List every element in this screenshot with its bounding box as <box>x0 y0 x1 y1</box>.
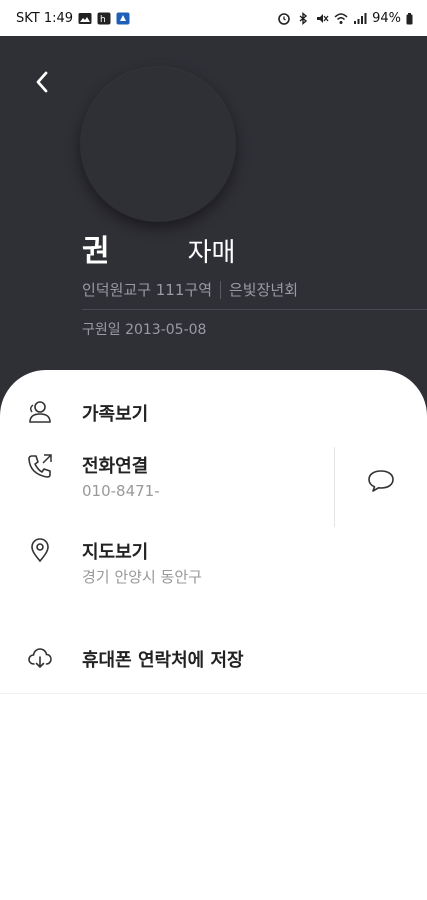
message-button[interactable] <box>366 468 398 496</box>
phone-call-item[interactable]: 전화연결 010-8471- <box>0 446 334 530</box>
family-icon <box>29 401 51 423</box>
app-notification-icon: h <box>97 12 111 25</box>
map-pin-icon <box>31 538 49 563</box>
map-view-label: 지도보기 <box>82 542 149 563</box>
chevron-left-icon <box>36 71 48 93</box>
mute-icon <box>317 14 329 23</box>
phone-number: 010-8471- <box>82 482 160 500</box>
save-contact-label: 휴대폰 연락처에 저장 <box>82 650 244 671</box>
family-view-item[interactable]: 가족보기 <box>0 390 427 434</box>
phone-call-icon <box>28 454 52 478</box>
alarm-icon <box>278 13 290 25</box>
wifi-icon <box>334 13 348 24</box>
district-label: 인덕원교구 111구역 <box>82 281 212 299</box>
message-bubble-icon <box>368 470 394 492</box>
back-button[interactable] <box>26 66 58 98</box>
name-row: 권 자매 <box>82 226 235 270</box>
save-contact-item[interactable]: 휴대폰 연락처에 저장 <box>0 638 427 682</box>
organization-divider <box>220 280 221 299</box>
phone-message-divider <box>334 447 335 527</box>
sheet-divider <box>0 693 427 694</box>
member-relation: 자매 <box>187 238 236 268</box>
battery-icon <box>406 12 413 24</box>
gallery-notification-icon <box>78 13 92 24</box>
address-text: 경기 안양시 동안구 <box>82 568 202 586</box>
status-bar: SKT 1:49 h 94% <box>0 0 427 36</box>
profile-header: 권 자매 인덕원교구 111구역 은빛장년회 구원일 2013-05-08 <box>0 36 427 416</box>
status-right: 94% <box>277 11 413 26</box>
bluetooth-icon <box>299 12 308 25</box>
avatar <box>80 66 236 222</box>
cloud-download-icon <box>28 648 52 668</box>
blue-app-notification-icon <box>116 12 130 25</box>
map-view-item[interactable]: 지도보기 경기 안양시 동안구 <box>0 530 427 614</box>
status-left: SKT 1:49 h <box>16 11 130 26</box>
signal-icon <box>354 13 367 24</box>
group-label: 은빛장년회 <box>229 281 299 299</box>
family-view-label: 가족보기 <box>82 404 149 425</box>
status-carrier-time: SKT 1:49 <box>16 11 74 26</box>
joined-date: 구원일 2013-05-08 <box>82 322 207 338</box>
svg-text:h: h <box>100 15 106 25</box>
header-divider <box>82 309 427 310</box>
action-sheet: 가족보기 전화연결 010-8471- 지도보기 경기 안양시 동안구 휴대폰 … <box>0 370 427 900</box>
organization-row: 인덕원교구 111구역 은빛장년회 <box>82 279 298 300</box>
phone-call-label: 전화연결 <box>82 456 149 477</box>
battery-percent: 94% <box>372 11 401 26</box>
member-name: 권 <box>82 234 110 269</box>
